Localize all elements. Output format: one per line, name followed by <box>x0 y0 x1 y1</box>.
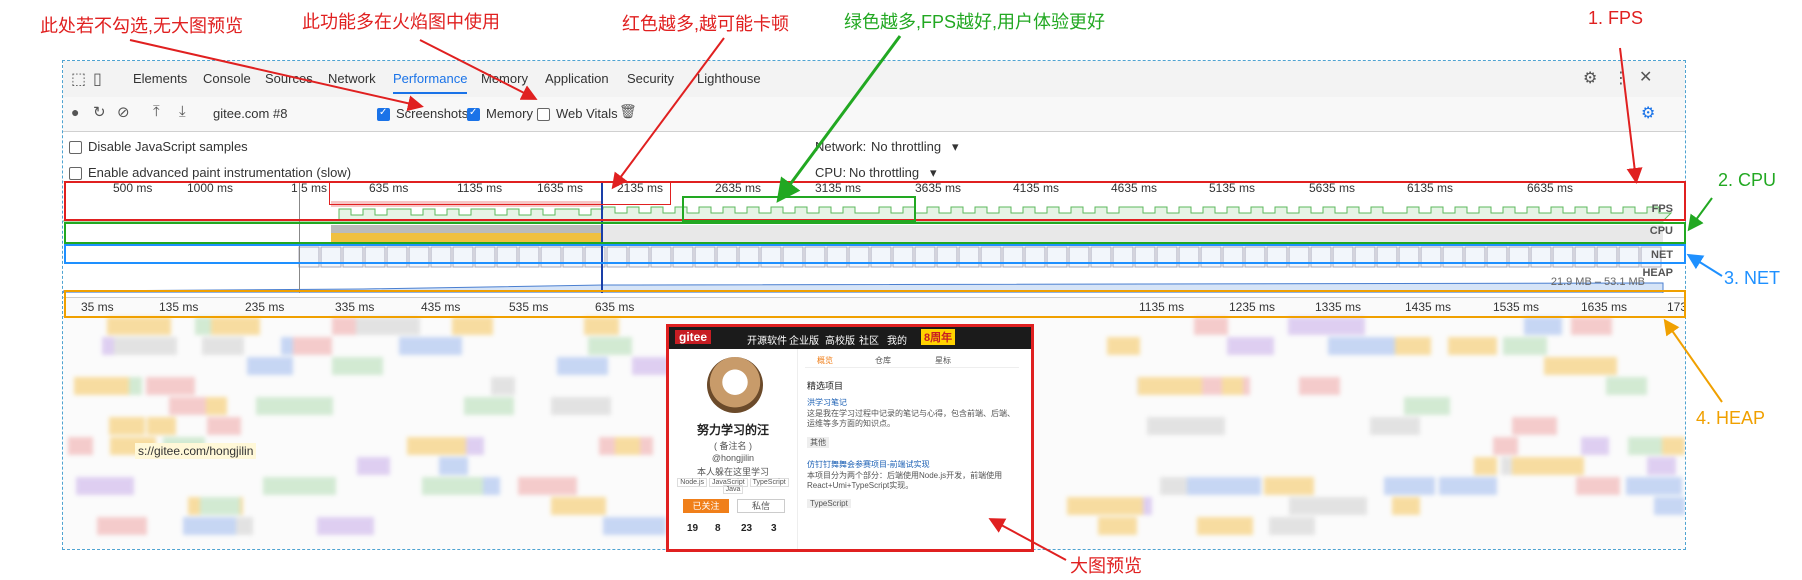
arrow-to-screenshots <box>129 39 424 112</box>
arrow-to-preview <box>988 518 1067 561</box>
arrow-to-net <box>1686 253 1723 277</box>
arrow-to-cpu <box>1687 197 1713 232</box>
arrow-to-green-segment <box>776 35 902 203</box>
annotation-arrows <box>129 35 1723 561</box>
arrow-to-memory <box>419 39 538 100</box>
arrow-to-red-segment <box>611 37 725 190</box>
arrow-to-fps <box>1619 47 1643 184</box>
arrow-to-heap <box>1663 318 1723 403</box>
